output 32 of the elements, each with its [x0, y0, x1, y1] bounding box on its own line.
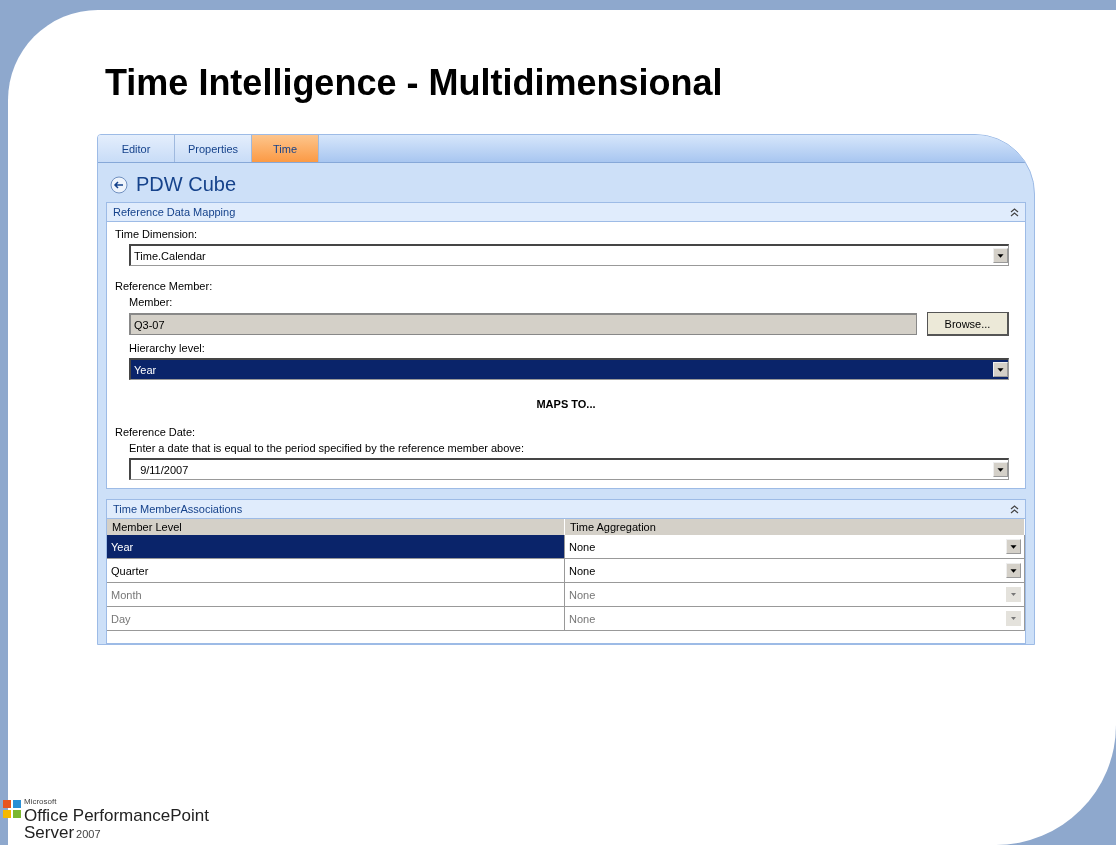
hierarchy-dropdown[interactable]: Year — [129, 358, 1009, 380]
field-label: Time Dimension: — [115, 228, 199, 240]
aggregation-dropdown[interactable]: None — [565, 535, 1025, 559]
section-title: Time MemberAssociations — [113, 503, 243, 515]
logo-vendor: Microsoft — [24, 798, 58, 806]
section-title: Reference Data Mapping — [113, 206, 236, 218]
field-label: Reference Date: — [115, 426, 197, 438]
aggregation-dropdown[interactable]: None — [565, 559, 1025, 583]
field-label: Hierarchy level: — [129, 342, 206, 354]
logo-product: Office PerformancePoint — [24, 807, 209, 824]
office-logo-icon — [2, 799, 22, 819]
member-field[interactable]: Q3-07 — [129, 313, 917, 335]
field-label: Member: — [129, 296, 174, 308]
column-header: Member Level — [107, 519, 565, 535]
tab[interactable]: Properties — [175, 135, 252, 162]
collapse-chevron-icon[interactable] — [1010, 207, 1019, 217]
logo-year: 2007 — [76, 829, 101, 840]
browse-button[interactable]: Browse... — [927, 312, 1009, 336]
field-label: Reference Member: — [115, 280, 214, 292]
date-dropdown[interactable]: 9/11/2007 — [129, 458, 1009, 480]
time-dimension-dropdown[interactable]: Time.Calendar — [129, 244, 1009, 266]
table-cell[interactable]: Year — [107, 535, 565, 559]
field-label: Enter a date that is equal to the period specified by the reference member above: — [129, 442, 526, 454]
page-heading: PDW Cube — [136, 173, 237, 196]
tab[interactable]: Editor — [98, 135, 175, 162]
maps-to-label: MAPS TO... — [536, 398, 596, 410]
collapse-chevron-icon[interactable] — [1010, 504, 1019, 514]
tab[interactable]: Time — [252, 135, 319, 162]
table-cell[interactable]: Quarter — [107, 559, 565, 583]
logo-server: Server — [24, 824, 75, 841]
column-header: Time Aggregation — [565, 519, 1025, 535]
slide-title: Time Intelligence - Multidimensional — [105, 62, 724, 104]
